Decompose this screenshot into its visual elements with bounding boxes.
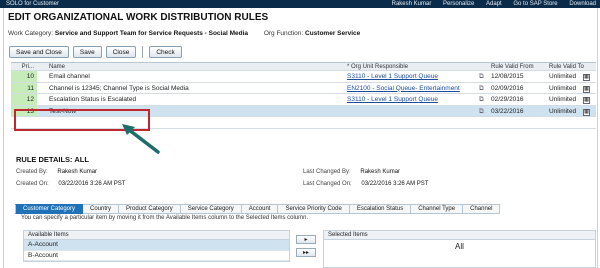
top-links: Rakesh Kumar Personalize Adapt Go to SAP… [382,0,596,8]
list-item[interactable]: B-Account [24,251,289,261]
last-changed-by-value: Rakesh Kumar [360,169,401,175]
org-unit-link[interactable]: S3110 - Level 1 Support Queue [347,71,497,82]
valid-from-column-header[interactable]: Rule Valid From [491,63,541,70]
priority-column-header[interactable]: Pri... [11,63,37,70]
created-by-value: Rakesh Kumar [57,169,98,175]
table-row[interactable]: 10 Email channel S3110 - Level 1 Support… [11,71,596,83]
created-on-label: Created On: [16,181,49,187]
list-item[interactable]: A-Account [24,240,289,251]
help-text: You can specify a particular item by mov… [21,215,309,221]
toolbar-separator [142,46,144,58]
valid-from-cell[interactable]: 12/08/2015 [491,71,541,82]
tab-escalation-status[interactable]: Escalation Status [349,204,412,214]
name-cell[interactable]: Channel is 12345; Channel Type is Social… [49,83,339,94]
selected-items-header: Selected Items [324,231,595,240]
tab-country[interactable]: Country [83,204,120,214]
left-frame-line [3,0,4,268]
valid-to-column-header[interactable]: Rule Valid To [549,63,589,70]
name-cell[interactable]: Email channel [49,71,339,82]
created-on-value: 03/22/2016 3:26 AM PST [58,181,126,187]
selected-value[interactable]: All [324,242,595,251]
calendar-icon[interactable]: ▦ [583,106,593,117]
store-link[interactable]: Go to SAP Store [513,1,557,7]
tab-customer-category[interactable]: Customer Category [15,204,84,214]
calendar-icon[interactable]: ▦ [583,71,593,82]
created-by: Created By: Rakesh Kumar [16,169,97,175]
available-items-header: Available Items [24,231,289,240]
priority-cell[interactable]: 10 [11,71,37,82]
work-category-label: Work Category: [8,30,54,37]
tab-channel-type[interactable]: Channel Type [411,204,464,214]
priority-cell[interactable]: 11 [11,82,37,93]
name-column-header[interactable]: Name [49,63,339,70]
rule-details-title: RULE DETAILS: ALL [16,155,89,164]
tab-service-category[interactable]: Service Category [180,204,242,214]
app-name: SOLO for Customer [6,1,60,7]
right-frame-line [597,0,598,268]
table-header: Pri... Name * Org Unit Responsible Rule … [11,62,596,71]
top-bar: SOLO for Customer Rakesh Kumar Personali… [0,0,600,8]
org-function-label: Org Function: [263,30,304,37]
copy-icon[interactable]: ⧉ [479,71,489,82]
move-right-button[interactable]: ▸ [296,235,316,244]
selected-items-list: Selected Items All [323,230,596,268]
pointer-arrow-icon [122,124,160,154]
valid-from-cell[interactable]: 03/22/2016 [491,106,541,117]
tab-channel[interactable]: Channel [463,204,501,214]
priority-cell[interactable]: 12 [11,94,37,105]
attribute-tabs: Customer Category Country Product Catego… [15,204,501,214]
adapt-link[interactable]: Adapt [486,1,502,7]
copy-icon[interactable]: ⧉ [479,94,489,105]
last-changed-by: Last Changed By: Rakesh Kumar [303,169,400,175]
tab-service-priority-code[interactable]: Service Priority Code [278,204,350,214]
copy-icon[interactable]: ⧉ [479,83,489,94]
context-line: Work Category: Service and Support Team … [8,30,360,37]
last-changed-on-label: Last Changed On: [303,181,352,187]
valid-from-cell[interactable]: 02/29/2016 [491,94,541,105]
last-changed-by-label: Last Changed By: [303,169,351,175]
save-button[interactable]: Save [72,46,102,58]
last-changed-on: Last Changed On: 03/22/2016 3:26 AM PST [303,181,428,187]
page-title: EDIT ORGANIZATIONAL WORK DISTRIBUTION RU… [8,12,269,23]
org-unit-column-header[interactable]: * Org Unit Responsible [347,63,497,70]
org-unit-link[interactable]: S3110 - Level 1 Support Queue [347,94,497,105]
close-button[interactable]: Close [105,46,137,58]
valid-from-cell[interactable]: 02/09/2016 [491,83,541,94]
calendar-icon[interactable]: ▦ [583,83,593,94]
check-button[interactable]: Check [149,46,182,58]
toolbar: Save and Close Save Close Check [9,46,182,58]
last-changed-on-value: 03/22/2016 3:26 AM PST [361,181,429,187]
work-category-value: Service and Support Team for Service Req… [54,30,248,37]
tab-account[interactable]: Account [241,204,279,214]
available-items-list: Available Items A-Account B-Account [23,230,290,262]
calendar-icon[interactable]: ▦ [583,94,593,105]
created-on: Created On: 03/22/2016 3:26 AM PST [16,181,125,187]
user-name: Rakesh Kumar [391,1,432,7]
name-cell[interactable]: Escalation Status is Escalated [49,94,339,105]
move-all-right-button[interactable]: ▸▸ [296,248,316,257]
personalize-link[interactable]: Personalize [443,1,474,7]
table-row[interactable]: 11 Channel is 12345; Channel Type is Soc… [11,82,596,94]
org-unit-link[interactable]: EN2100 - Social Queue- Entertainment [347,83,497,94]
org-unit-input[interactable] [347,106,497,117]
save-and-close-button[interactable]: Save and Close [9,46,69,58]
copy-icon[interactable]: ⧉ [479,106,489,117]
table-row[interactable]: 12 Escalation Status is Escalated S3110 … [11,94,596,106]
tab-product-category[interactable]: Product Category [119,204,181,214]
org-function-value: Customer Service [305,30,361,37]
download-link[interactable]: Download [569,1,596,7]
created-by-label: Created By: [16,169,48,175]
